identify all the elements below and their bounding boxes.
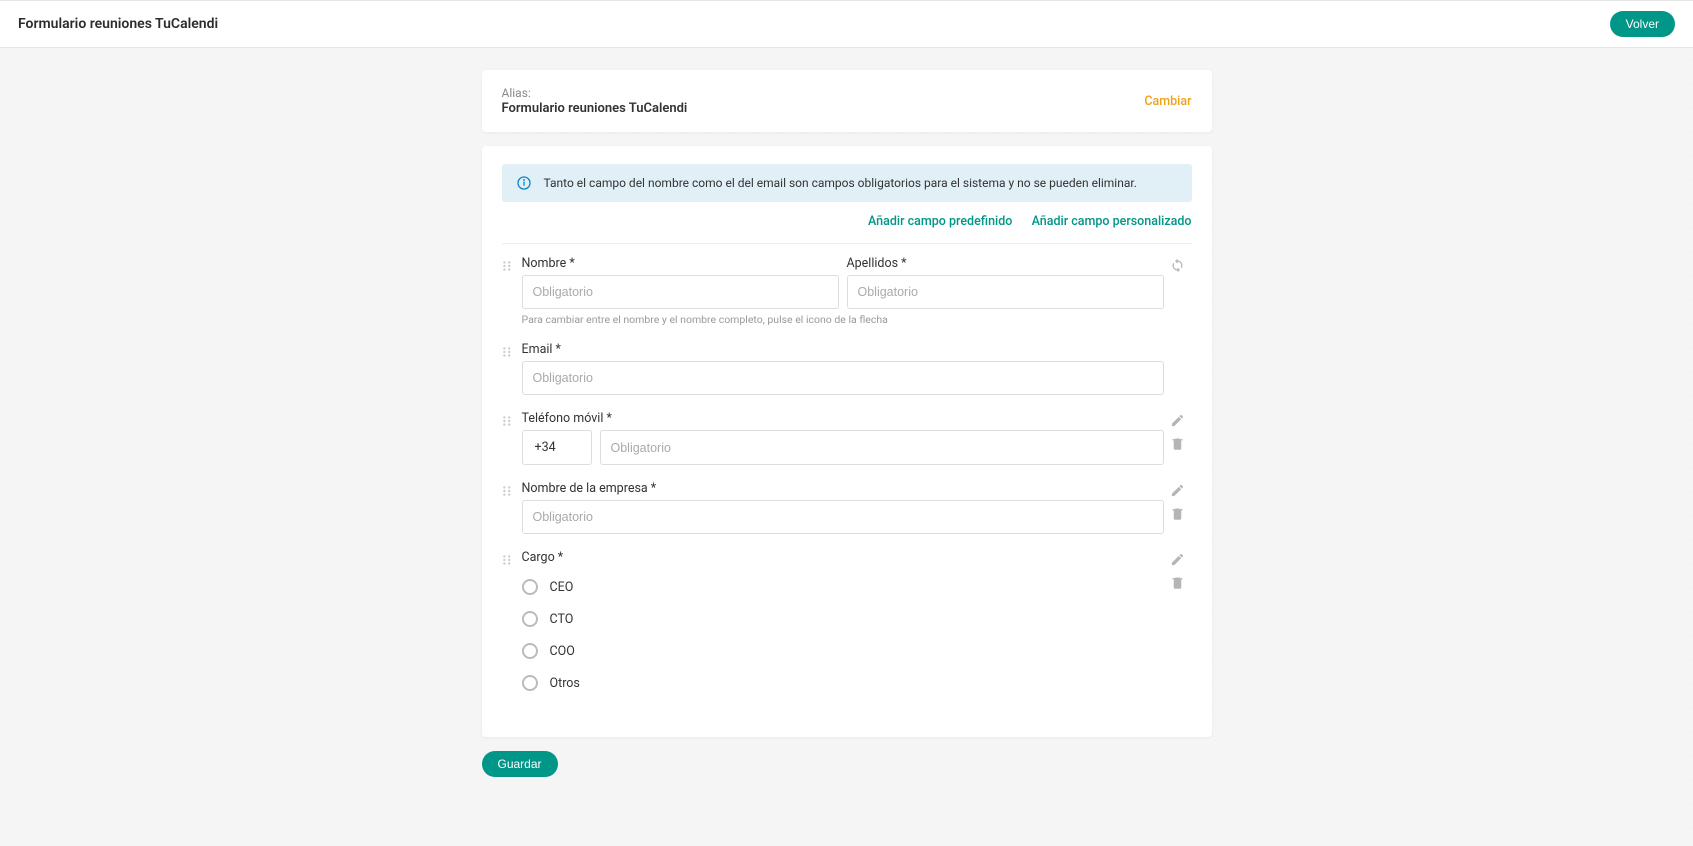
radio-label: COO xyxy=(550,644,575,659)
drag-handle[interactable] xyxy=(502,256,516,276)
field-phone: Teléfono móvil * +34 xyxy=(502,403,1192,473)
phone-input[interactable] xyxy=(600,430,1164,465)
alias-card: Alias: Formulario reuniones TuCalendi Ca… xyxy=(482,70,1212,132)
add-custom-link[interactable]: Añadir campo personalizado xyxy=(1032,214,1192,229)
surname-label: Apellidos * xyxy=(847,256,1164,271)
name-hint: Para cambiar entre el nombre y el nombre… xyxy=(522,313,1164,326)
info-icon xyxy=(516,175,532,191)
edit-icon[interactable] xyxy=(1170,413,1185,428)
radio-option[interactable]: CEO xyxy=(522,571,1164,603)
drag-handle[interactable] xyxy=(502,342,516,362)
delete-icon[interactable] xyxy=(1170,436,1185,451)
field-email: Email * xyxy=(502,334,1192,403)
phone-prefix[interactable]: +34 xyxy=(522,430,592,465)
radio-icon xyxy=(522,675,538,691)
field-name: Nombre * Apellidos * Para cambiar entre … xyxy=(502,248,1192,334)
radio-option[interactable]: Otros xyxy=(522,667,1164,699)
drag-handle[interactable] xyxy=(502,481,516,501)
field-role: Cargo * CEO CTO COO xyxy=(502,542,1192,707)
company-input[interactable] xyxy=(522,500,1164,534)
drag-icon xyxy=(502,346,514,358)
name-input[interactable] xyxy=(522,275,839,309)
alias-value: Formulario reuniones TuCalendi xyxy=(502,101,688,116)
drag-icon xyxy=(502,554,514,566)
add-links: Añadir campo predefinido Añadir campo pe… xyxy=(502,202,1192,241)
email-input[interactable] xyxy=(522,361,1164,395)
divider xyxy=(502,243,1192,244)
drag-icon xyxy=(502,415,514,427)
radio-label: Otros xyxy=(550,676,580,691)
phone-label: Teléfono móvil * xyxy=(522,411,1164,426)
radio-label: CTO xyxy=(550,612,574,627)
radio-option[interactable]: COO xyxy=(522,635,1164,667)
form-card: Tanto el campo del nombre como el del em… xyxy=(482,146,1212,737)
add-predefined-link[interactable]: Añadir campo predefinido xyxy=(868,214,1012,229)
top-bar: Formulario reuniones TuCalendi Volver xyxy=(0,0,1693,48)
drag-handle[interactable] xyxy=(502,550,516,570)
field-company: Nombre de la empresa * xyxy=(502,473,1192,542)
delete-icon[interactable] xyxy=(1170,506,1185,521)
radio-icon xyxy=(522,579,538,595)
swap-icon[interactable] xyxy=(1170,258,1185,273)
save-button[interactable]: Guardar xyxy=(482,751,558,777)
edit-icon[interactable] xyxy=(1170,483,1185,498)
radio-option[interactable]: CTO xyxy=(522,603,1164,635)
radio-icon xyxy=(522,643,538,659)
change-alias-link[interactable]: Cambiar xyxy=(1144,94,1191,109)
page-title: Formulario reuniones TuCalendi xyxy=(18,16,218,32)
info-text: Tanto el campo del nombre como el del em… xyxy=(544,176,1137,190)
drag-handle[interactable] xyxy=(502,411,516,431)
drag-icon xyxy=(502,485,514,497)
alias-label: Alias: xyxy=(502,86,688,100)
drag-icon xyxy=(502,260,514,272)
delete-icon[interactable] xyxy=(1170,575,1185,590)
email-label: Email * xyxy=(522,342,1164,357)
edit-icon[interactable] xyxy=(1170,552,1185,567)
radio-label: CEO xyxy=(550,580,574,595)
radio-icon xyxy=(522,611,538,627)
surname-input[interactable] xyxy=(847,275,1164,309)
name-label: Nombre * xyxy=(522,256,839,271)
back-button[interactable]: Volver xyxy=(1610,11,1675,37)
company-label: Nombre de la empresa * xyxy=(522,481,1164,496)
role-label: Cargo * xyxy=(522,550,1164,565)
info-banner: Tanto el campo del nombre como el del em… xyxy=(502,164,1192,202)
